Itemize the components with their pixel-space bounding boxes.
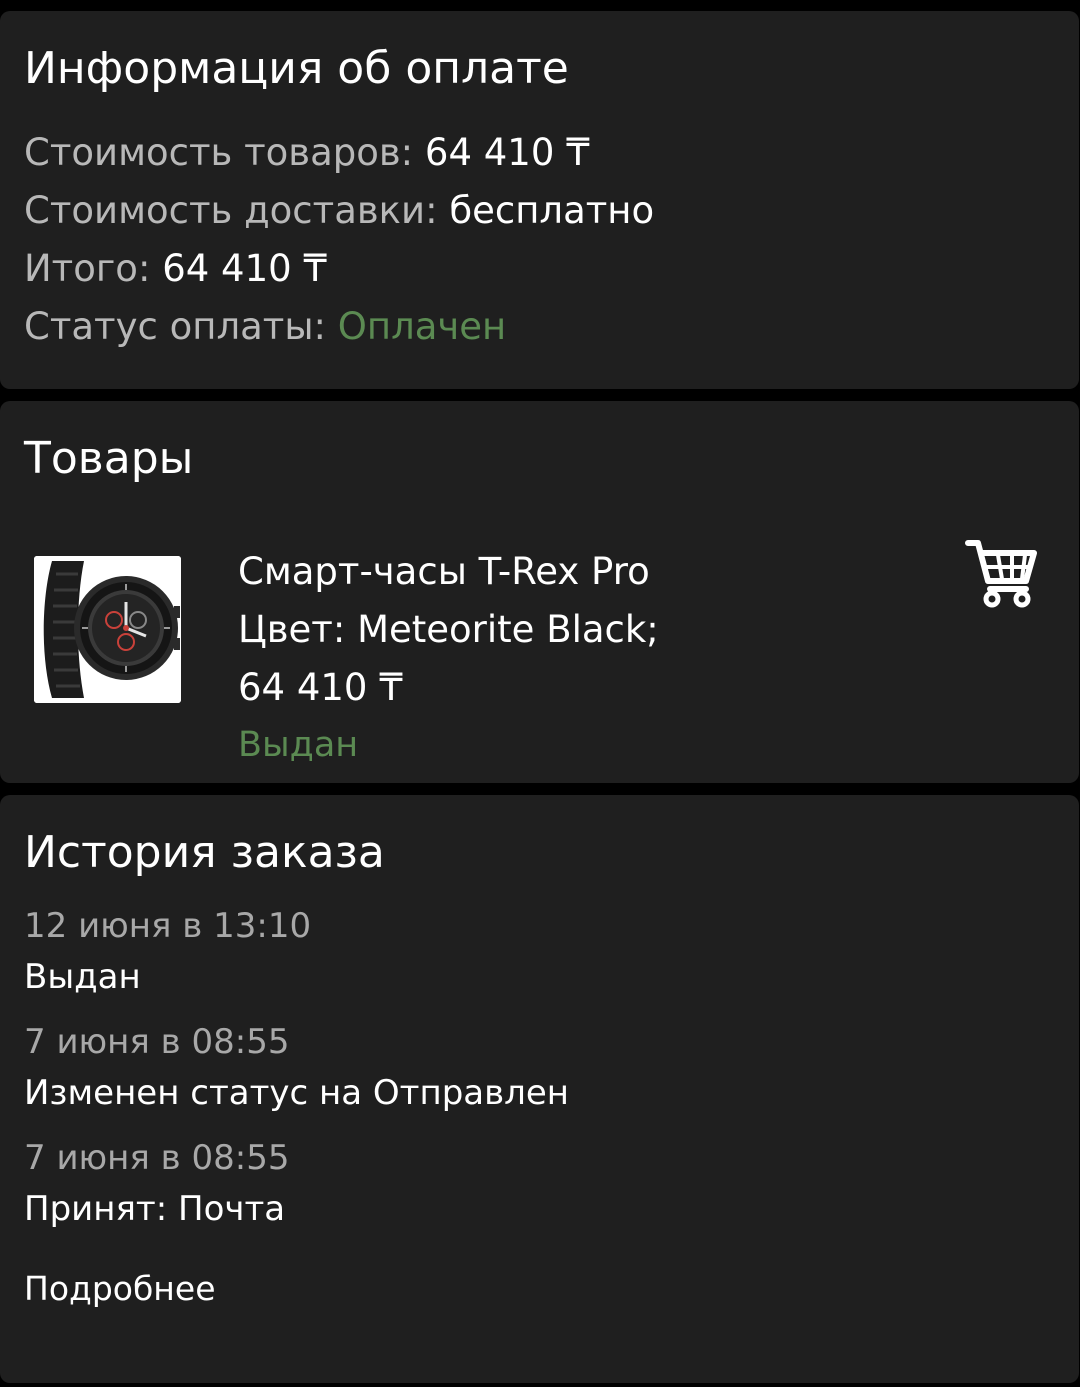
goods-cost-value: 64 410 ₸ — [424, 131, 590, 174]
order-history-title: История заказа — [24, 827, 385, 878]
delivery-cost-row: Стоимость доставки: бесплатно — [24, 182, 1055, 240]
product-name[interactable]: Смарт-часы T-Rex Pro — [238, 543, 659, 601]
product-info: Смарт-часы T-Rex Pro Цвет: Meteorite Bla… — [238, 543, 659, 773]
history-item: 7 июня в 08:55 Изменен статус на Отправл… — [24, 1015, 1055, 1117]
goods-card: Товары Смарт-часы T-Rex Pro Цвет: Meteor… — [0, 401, 1079, 783]
goods-title: Товары — [24, 433, 194, 484]
product-color: Цвет: Meteorite Black; — [238, 608, 659, 651]
more-details-link[interactable]: Подробнее — [24, 1265, 216, 1313]
payment-rows: Стоимость товаров: 64 410 ₸ Стоимость до… — [24, 124, 1055, 356]
smartwatch-image — [34, 556, 181, 703]
payment-info-card: Информация об оплате Стоимость товаров: … — [0, 11, 1079, 389]
history-date: 12 июня в 13:10 — [24, 906, 312, 946]
product-status: Выдан — [238, 725, 359, 765]
history-text: Принят: Почта — [24, 1189, 286, 1229]
delivery-cost-label: Стоимость доставки: — [24, 189, 438, 232]
order-details-page: Информация об оплате Стоимость товаров: … — [0, 0, 1080, 1387]
delivery-cost-value: бесплатно — [449, 189, 655, 232]
total-label: Итого: — [24, 247, 151, 290]
order-history-card: История заказа 12 июня в 13:10 Выдан 7 и… — [0, 795, 1079, 1383]
cart-icon — [965, 540, 1037, 608]
goods-cost-label: Стоимость товаров: — [24, 131, 414, 174]
history-date: 7 июня в 08:55 — [24, 1022, 290, 1062]
history-date: 7 июня в 08:55 — [24, 1138, 290, 1178]
history-list: 12 июня в 13:10 Выдан 7 июня в 08:55 Изм… — [24, 899, 1055, 1233]
payment-status-row: Статус оплаты: Оплачен — [24, 298, 1055, 356]
payment-status-label: Статус оплаты: — [24, 305, 326, 348]
product-image[interactable] — [34, 556, 181, 703]
history-text: Изменен статус на Отправлен — [24, 1073, 570, 1113]
product-price: 64 410 ₸ — [238, 666, 403, 709]
history-text: Выдан — [24, 957, 141, 997]
product-item[interactable]: Смарт-часы T-Rex Pro Цвет: Meteorite Bla… — [24, 540, 1055, 765]
add-to-cart-button[interactable] — [964, 535, 1038, 609]
history-item: 12 июня в 13:10 Выдан — [24, 899, 1055, 1001]
payment-status-value: Оплачен — [337, 305, 507, 348]
history-item: 7 июня в 08:55 Принят: Почта — [24, 1131, 1055, 1233]
payment-info-title: Информация об оплате — [24, 43, 569, 94]
total-value: 64 410 ₸ — [162, 247, 327, 290]
goods-cost-row: Стоимость товаров: 64 410 ₸ — [24, 124, 1055, 182]
total-row: Итого: 64 410 ₸ — [24, 240, 1055, 298]
